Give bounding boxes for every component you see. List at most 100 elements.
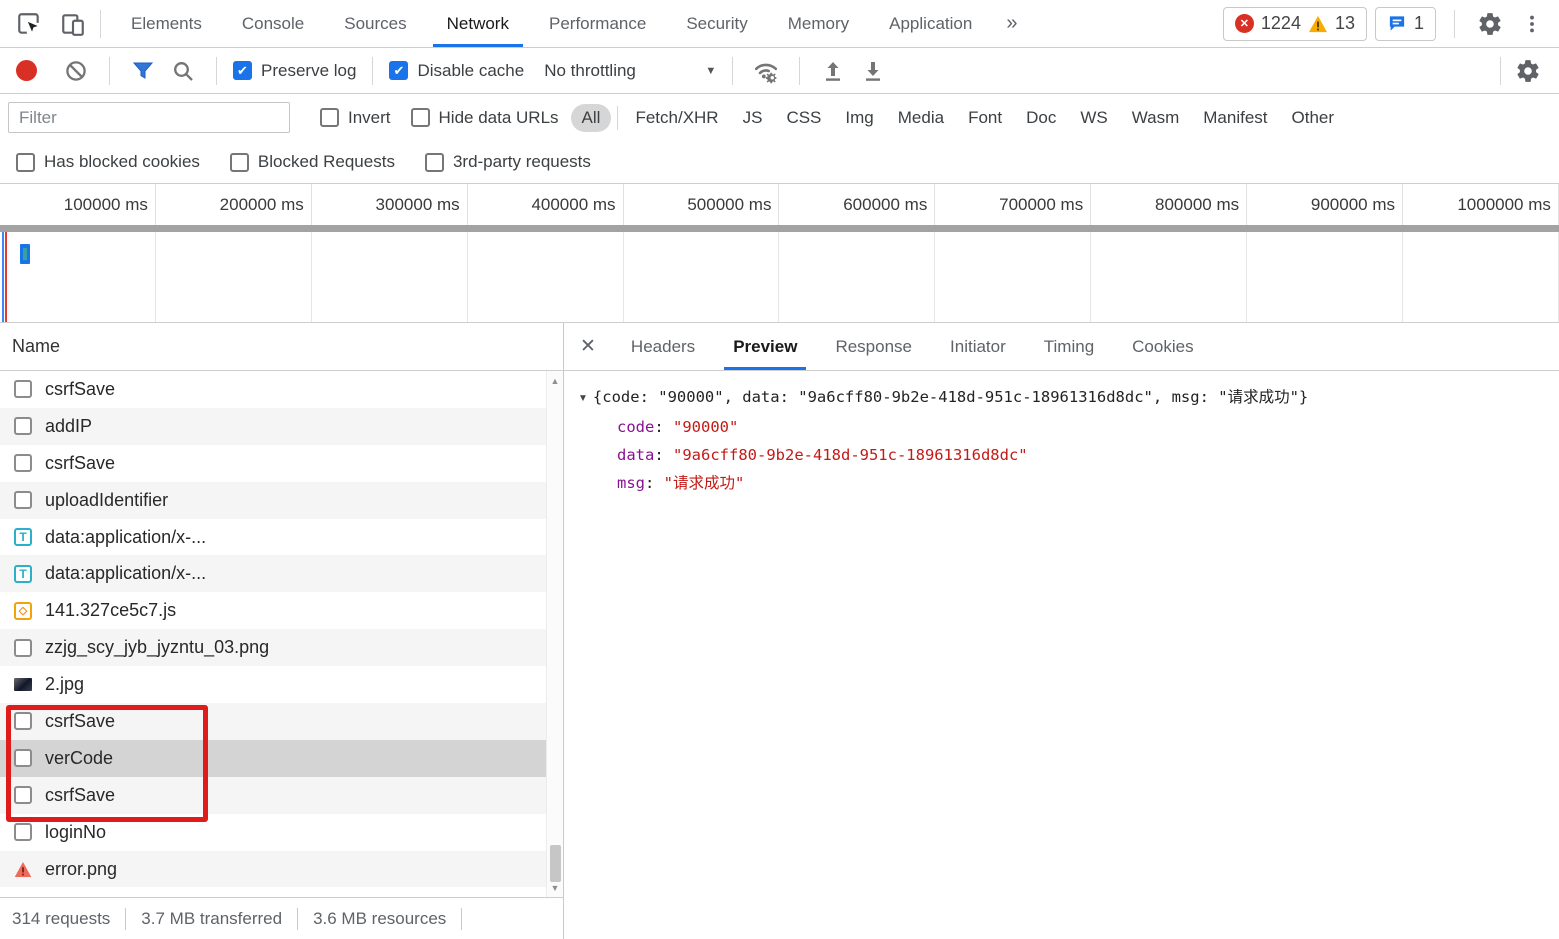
preserve-log-checkbox[interactable]: ✔ xyxy=(233,61,252,80)
name-column-header[interactable]: Name xyxy=(0,323,563,371)
disable-cache-checkbox[interactable]: ✔ xyxy=(389,61,408,80)
timeline-overview[interactable]: 100000 ms200000 ms300000 ms400000 ms5000… xyxy=(0,184,1559,323)
hide-data-urls-toggle[interactable]: Hide data URLs xyxy=(411,108,559,128)
import-har-icon[interactable] xyxy=(816,54,850,88)
hide-data-urls-checkbox[interactable] xyxy=(411,108,430,127)
tab-memory[interactable]: Memory xyxy=(768,0,869,47)
request-row[interactable]: csrfSave xyxy=(0,703,546,740)
filter-type-ws[interactable]: WS xyxy=(1069,104,1118,132)
timeline-grid-cell xyxy=(1403,232,1559,322)
timeline-tick: 700000 ms xyxy=(935,184,1091,225)
blocked-requests-label: Blocked Requests xyxy=(258,152,395,172)
request-row[interactable]: ◇141.327ce5c7.js xyxy=(0,592,546,629)
request-row[interactable]: error.png xyxy=(0,851,546,888)
json-property-row[interactable]: code: "90000" xyxy=(617,413,1549,441)
request-list-scrollbar[interactable]: ▲ ▼ xyxy=(546,371,563,897)
extra-filters-bar: Has blocked cookies Blocked Requests 3rd-p… xyxy=(0,141,1559,184)
has-blocked-cookies-checkbox[interactable] xyxy=(16,153,35,172)
more-tabs-icon[interactable]: » xyxy=(992,12,1031,35)
detail-tab-response[interactable]: Response xyxy=(816,323,931,370)
settings-gear-icon[interactable] xyxy=(1473,7,1507,41)
json-property-row[interactable]: data: "9a6cff80-9b2e-418d-951c-18961316d… xyxy=(617,441,1549,469)
timeline-body[interactable] xyxy=(0,232,1559,322)
network-settings-gear-icon[interactable] xyxy=(1511,54,1545,88)
request-name: addIP xyxy=(45,416,92,437)
request-row[interactable]: csrfSave xyxy=(0,777,546,814)
filter-blocked-requests-toggle[interactable]: Blocked Requests xyxy=(230,152,395,172)
request-row[interactable]: csrfSave xyxy=(0,445,546,482)
chevron-down-icon: ▼ xyxy=(705,65,716,77)
scrollbar-thumb[interactable] xyxy=(550,845,561,882)
toggle-device-toolbar-icon[interactable] xyxy=(56,7,90,41)
filter-type-fetch-xhr[interactable]: Fetch/XHR xyxy=(624,104,729,132)
invert-toggle[interactable]: Invert xyxy=(320,108,391,128)
tab-sources[interactable]: Sources xyxy=(324,0,426,47)
error-icon xyxy=(14,860,32,878)
timeline-scrubber-bar[interactable] xyxy=(0,225,1559,232)
network-conditions-icon[interactable] xyxy=(749,54,783,88)
request-row[interactable]: addIP xyxy=(0,408,546,445)
request-name: uploadIdentifier xyxy=(45,490,168,511)
search-icon[interactable] xyxy=(166,54,200,88)
summary-314-requests: 314 requests xyxy=(12,909,110,929)
expand-arrow-icon[interactable]: ▼ xyxy=(578,385,588,413)
request-row[interactable]: Tdata:application/x-... xyxy=(0,519,546,556)
json-property-row[interactable]: msg: "请求成功" xyxy=(617,469,1549,497)
request-row[interactable]: loginNo xyxy=(0,814,546,851)
filter-type-media[interactable]: Media xyxy=(887,104,955,132)
scroll-down-icon[interactable]: ▼ xyxy=(547,883,563,893)
preserve-log-toggle[interactable]: ✔ Preserve log xyxy=(233,61,356,81)
request-row[interactable]: zzjg_scy_jyb_jyzntu_03.png xyxy=(0,629,546,666)
detail-tab-timing[interactable]: Timing xyxy=(1025,323,1113,370)
blocked-requests-checkbox[interactable] xyxy=(230,153,249,172)
detail-tab-headers[interactable]: Headers xyxy=(612,323,714,370)
filter-type-all[interactable]: All xyxy=(571,104,612,132)
filter-funnel-icon[interactable] xyxy=(126,54,160,88)
record-button[interactable] xyxy=(16,60,37,81)
throttling-dropdown[interactable]: No throttling ▼ xyxy=(544,61,716,81)
detail-tab-cookies[interactable]: Cookies xyxy=(1113,323,1212,370)
filter-type-font[interactable]: Font xyxy=(957,104,1013,132)
request-row[interactable]: uploadIdentifier xyxy=(0,482,546,519)
detail-tab-preview[interactable]: Preview xyxy=(714,323,816,370)
detail-tab-initiator[interactable]: Initiator xyxy=(931,323,1025,370)
filter-input[interactable] xyxy=(8,102,290,133)
filter-type-css[interactable]: CSS xyxy=(775,104,832,132)
request-row[interactable]: Tdata:application/x-... xyxy=(0,555,546,592)
filter-3rd-party-requests-toggle[interactable]: 3rd-party requests xyxy=(425,152,591,172)
inspect-element-icon[interactable] xyxy=(12,7,46,41)
filter-type-manifest[interactable]: Manifest xyxy=(1192,104,1278,132)
tab-performance[interactable]: Performance xyxy=(529,0,666,47)
invert-checkbox[interactable] xyxy=(320,108,339,127)
more-options-icon[interactable] xyxy=(1515,7,1549,41)
filter-type-other[interactable]: Other xyxy=(1281,104,1346,132)
divider xyxy=(100,10,101,38)
issues-count: 1 xyxy=(1414,13,1424,34)
filter-type-doc[interactable]: Doc xyxy=(1015,104,1067,132)
filter-type-img[interactable]: Img xyxy=(834,104,884,132)
scroll-up-icon[interactable]: ▲ xyxy=(547,376,563,386)
disable-cache-toggle[interactable]: ✔ Disable cache xyxy=(389,61,524,81)
json-root-line[interactable]: ▼{code: "90000", data: "9a6cff80-9b2e-41… xyxy=(578,383,1549,413)
tab-elements[interactable]: Elements xyxy=(111,0,222,47)
request-row[interactable]: csrfSave xyxy=(0,371,546,408)
image-thumbnail xyxy=(14,678,32,691)
request-row[interactable]: verCode xyxy=(0,740,546,777)
clear-icon[interactable] xyxy=(59,54,93,88)
timeline-grid-cell xyxy=(468,232,624,322)
tab-application[interactable]: Application xyxy=(869,0,992,47)
issues-badge[interactable]: 1 xyxy=(1375,7,1436,41)
errors-warnings-badge[interactable]: ✕ 1224 13 xyxy=(1223,7,1367,41)
export-har-icon[interactable] xyxy=(856,54,890,88)
close-icon[interactable]: ✕ xyxy=(580,335,596,358)
filter-type-js[interactable]: JS xyxy=(732,104,774,132)
network-main: Name csrfSave addIP csrfSave uploadIdentifi… xyxy=(0,323,1559,939)
tab-network[interactable]: Network xyxy=(427,0,529,47)
3rd-party-requests-checkbox[interactable] xyxy=(425,153,444,172)
tab-security[interactable]: Security xyxy=(666,0,767,47)
request-row[interactable]: 2.jpg xyxy=(0,666,546,703)
filter-type-wasm[interactable]: Wasm xyxy=(1121,104,1191,132)
json-value-text: 90000 xyxy=(682,418,729,436)
tab-console[interactable]: Console xyxy=(222,0,324,47)
filter-has-blocked-cookies-toggle[interactable]: Has blocked cookies xyxy=(16,152,200,172)
